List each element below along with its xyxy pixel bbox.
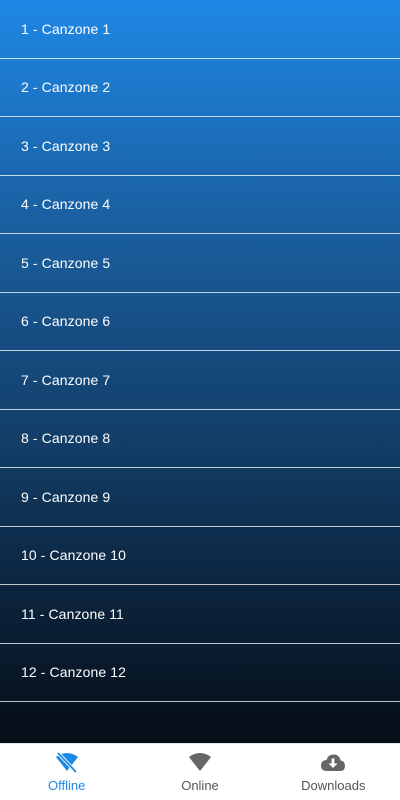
song-list: 1 - Canzone 1 2 - Canzone 2 3 - Canzone …: [0, 0, 400, 702]
list-item[interactable]: 2 - Canzone 2: [0, 59, 400, 117]
song-title: 9 - Canzone 9: [21, 488, 111, 505]
list-item[interactable]: 1 - Canzone 1: [0, 0, 400, 59]
list-item[interactable]: 10 - Canzone 10: [0, 527, 400, 585]
list-item[interactable]: 9 - Canzone 9: [0, 468, 400, 527]
list-item[interactable]: 7 - Canzone 7: [0, 351, 400, 410]
nav-online-label: Online: [181, 778, 219, 793]
bottom-navigation: Offline Online Downloads: [0, 743, 400, 800]
song-title: 12 - Canzone 12: [21, 664, 127, 681]
wifi-off-icon: [54, 752, 80, 774]
list-item[interactable]: 6 - Canzone 6: [0, 293, 400, 351]
song-title: 2 - Canzone 2: [21, 79, 111, 96]
nav-offline[interactable]: Offline: [0, 744, 133, 800]
list-item[interactable]: 4 - Canzone 4: [0, 176, 400, 234]
song-title: 3 - Canzone 3: [21, 137, 111, 154]
wifi-icon: [187, 752, 213, 774]
cloud-download-icon: [320, 752, 346, 774]
nav-online[interactable]: Online: [133, 744, 266, 800]
song-title: 8 - Canzone 8: [21, 430, 111, 447]
nav-downloads[interactable]: Downloads: [267, 744, 400, 800]
app-screen: 1 - Canzone 1 2 - Canzone 2 3 - Canzone …: [0, 0, 400, 800]
list-item[interactable]: 12 - Canzone 12: [0, 644, 400, 702]
nav-downloads-label: Downloads: [301, 778, 366, 793]
song-title: 6 - Canzone 6: [21, 313, 111, 330]
song-title: 10 - Canzone 10: [21, 547, 127, 564]
list-item[interactable]: 8 - Canzone 8: [0, 410, 400, 468]
song-title: 5 - Canzone 5: [21, 254, 111, 271]
song-title: 7 - Canzone 7: [21, 371, 111, 388]
list-item[interactable]: 3 - Canzone 3: [0, 117, 400, 176]
list-item[interactable]: 5 - Canzone 5: [0, 234, 400, 293]
song-list-container: 1 - Canzone 1 2 - Canzone 2 3 - Canzone …: [0, 0, 400, 743]
nav-offline-label: Offline: [47, 778, 86, 793]
song-title: 4 - Canzone 4: [21, 196, 111, 213]
song-title: 11 - Canzone 11: [21, 605, 124, 622]
song-title: 1 - Canzone 1: [21, 20, 111, 37]
list-item[interactable]: 11 - Canzone 11: [0, 585, 400, 644]
